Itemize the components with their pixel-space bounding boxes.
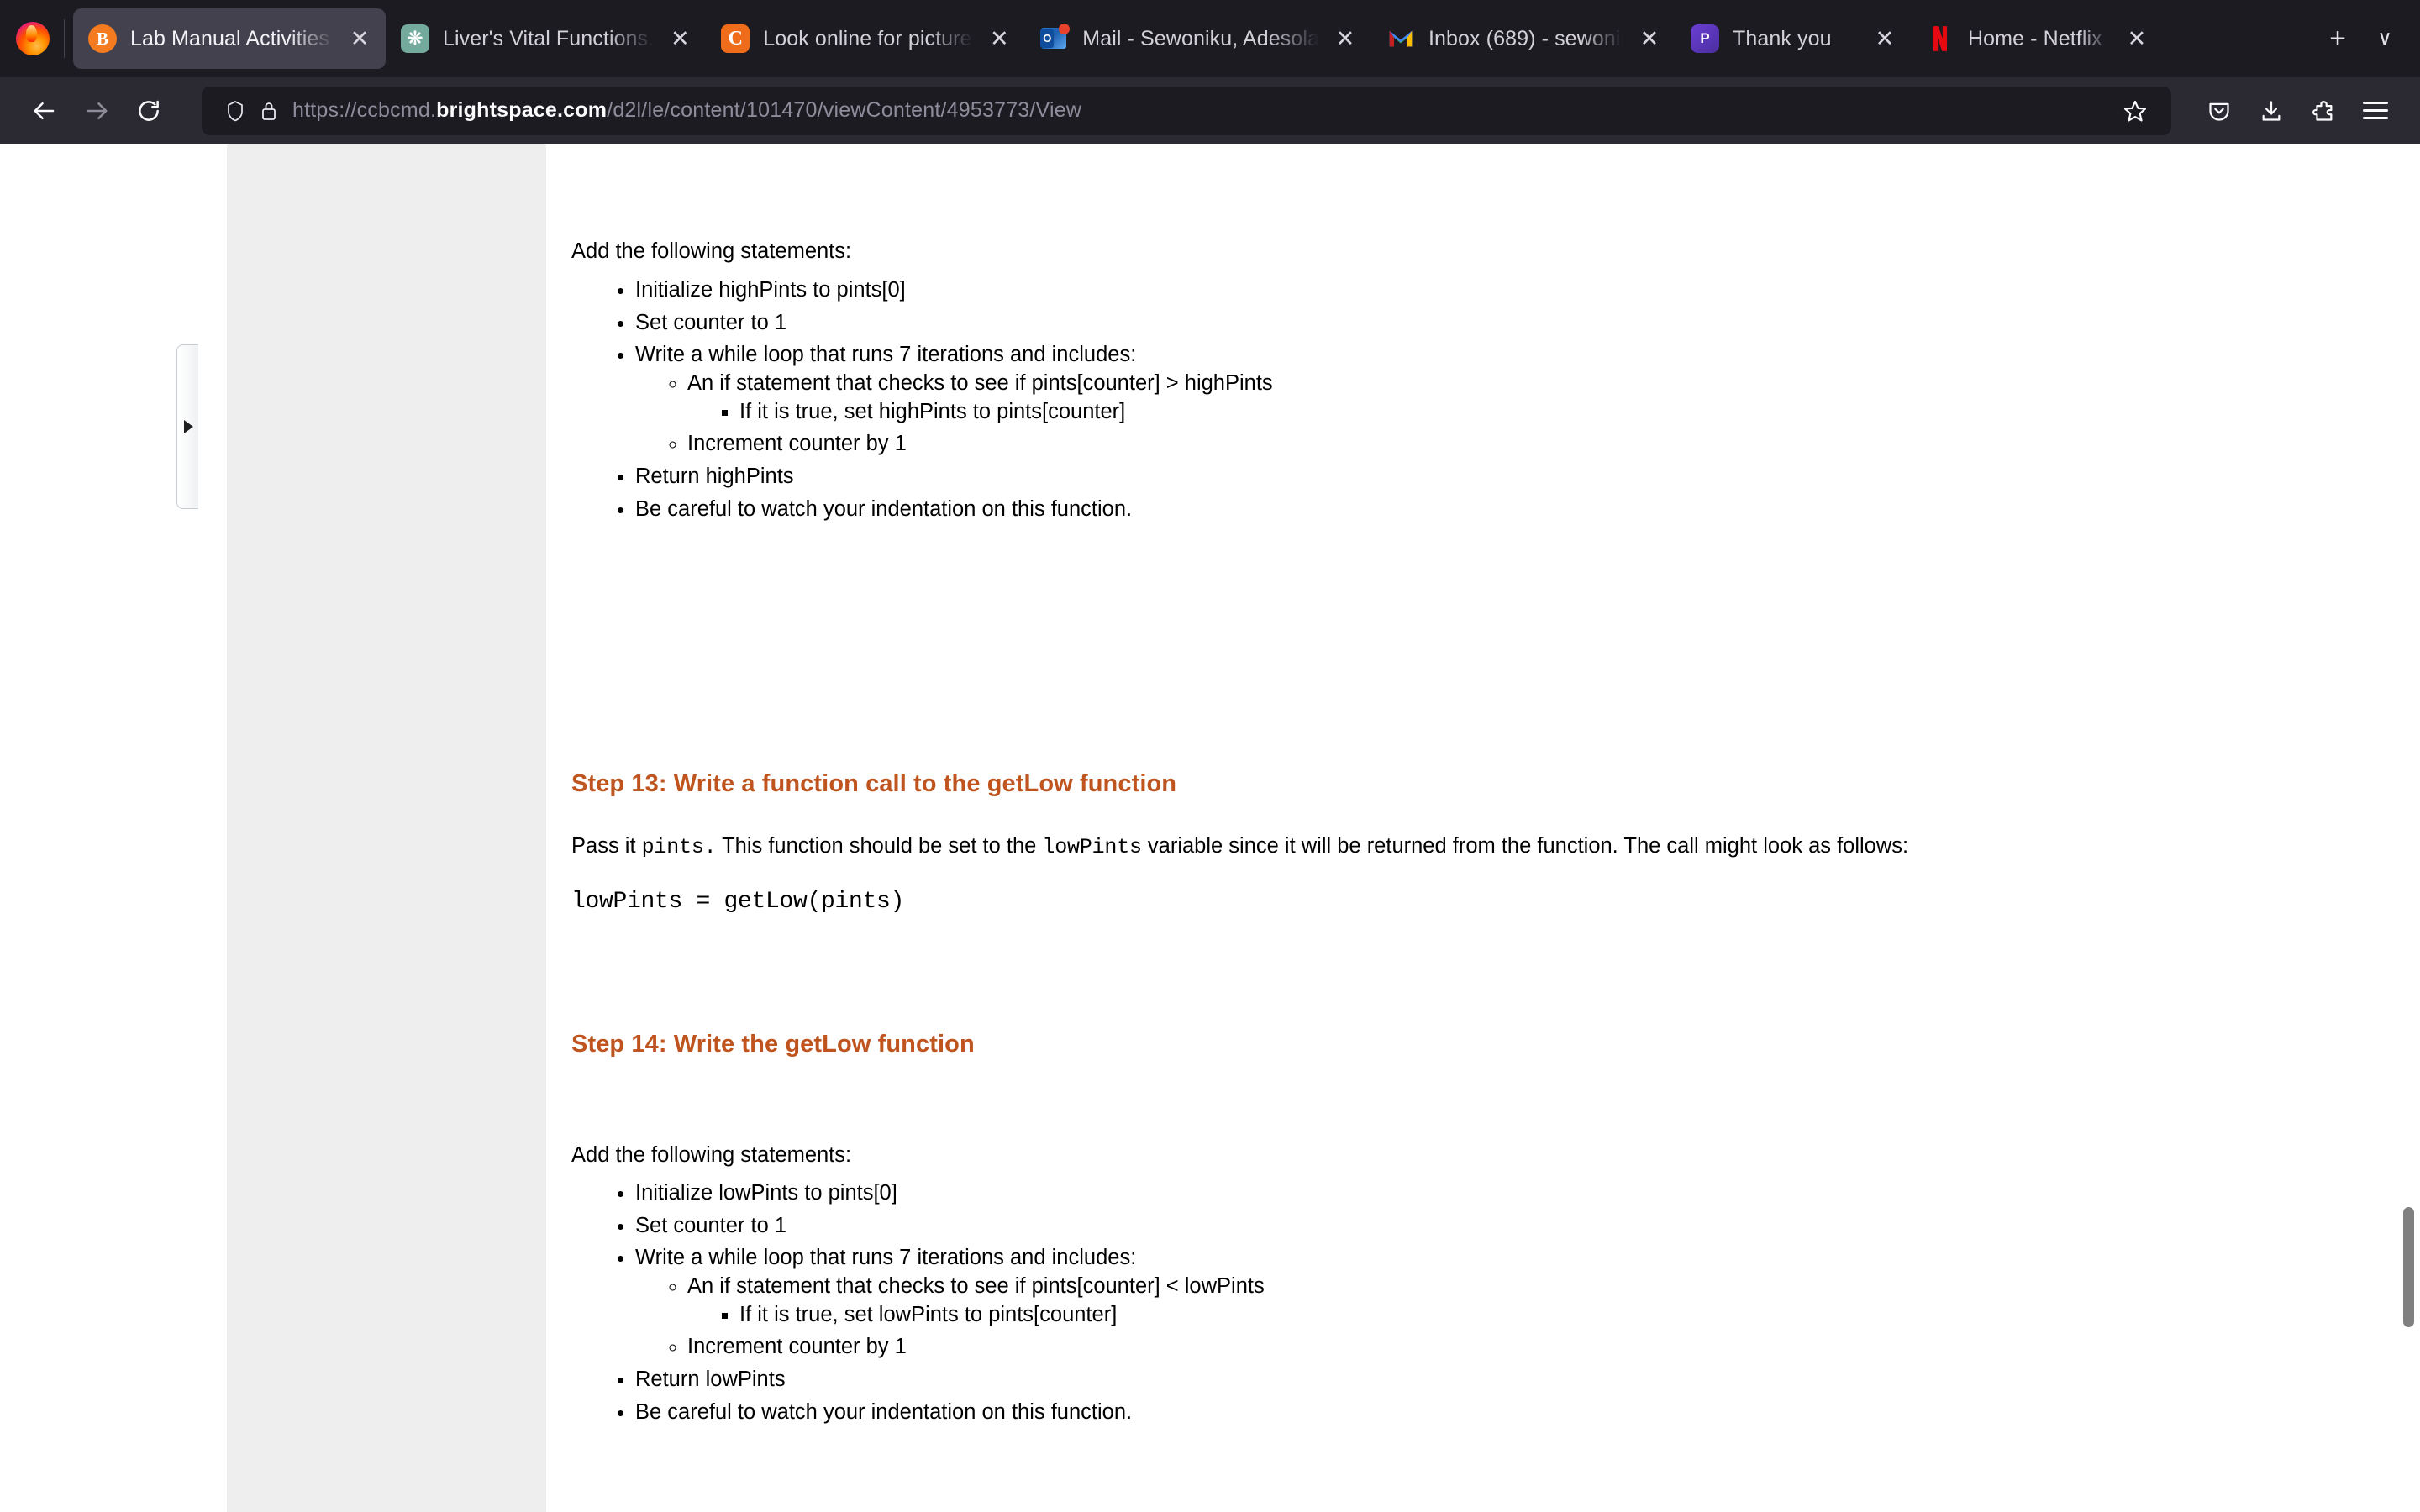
navigation-toolbar: https://ccbcmd.brightspace.com/d2l/le/co…: [0, 77, 2420, 144]
tab-title: Look online for pictures o: [763, 26, 973, 50]
tab-title: Inbox (689) - sewonikuad: [1428, 26, 1623, 50]
downloads-icon[interactable]: [2245, 85, 2297, 137]
padlock-icon[interactable]: [252, 100, 286, 122]
step12-sublist: An if statement that checks to see if pi…: [635, 370, 1273, 459]
gmail-icon: [1386, 24, 1415, 53]
step13-code-lowpints: lowPints: [1042, 835, 1142, 859]
chevron-right-icon: [184, 420, 193, 433]
close-icon[interactable]: ✕: [1870, 24, 1899, 53]
document-content: Add the following statements: Initialize…: [546, 144, 2420, 1512]
tab-list: B Lab Manual Activities 9 - ✕ ❊ Liver's …: [73, 0, 2314, 77]
tab-thank-you[interactable]: P Thank you ✕: [1676, 8, 1911, 69]
app-menu-icon[interactable]: [2349, 85, 2402, 137]
list-item: Initialize lowPints to pints[0]: [635, 1179, 1265, 1208]
new-tab-button[interactable]: +: [2314, 15, 2361, 62]
step13-code-block: lowPints = getLow(pints): [571, 889, 905, 915]
tracking-protection-shield-icon[interactable]: [218, 100, 252, 122]
close-icon[interactable]: ✕: [1635, 24, 1664, 53]
close-icon[interactable]: ✕: [985, 24, 1013, 53]
close-icon[interactable]: ✕: [1331, 24, 1360, 53]
list-item-label: An if statement that checks to see if pi…: [687, 370, 1273, 395]
tab-livers-vital-functions[interactable]: ❊ Liver's Vital Functions. ✕: [386, 8, 706, 69]
tab-title: Mail - Sewoniku, Adesola: [1082, 26, 1319, 50]
brightspace-icon: B: [88, 24, 117, 53]
step13-paragraph: Pass it pints. This function should be s…: [571, 833, 1908, 860]
chegg-icon: C: [721, 24, 750, 53]
tab-title: Lab Manual Activities 9 -: [130, 26, 334, 50]
forward-arrow-icon[interactable]: [71, 85, 123, 137]
step12-subsublist: If it is true, set highPints to pints[co…: [687, 398, 1273, 427]
list-item: Set counter to 1: [635, 1212, 1265, 1241]
scrollbar-thumb[interactable]: [2403, 1207, 2414, 1327]
expand-panel-handle[interactable]: [176, 344, 198, 509]
padlet-icon: P: [1690, 24, 1719, 53]
extensions-icon[interactable]: [2297, 85, 2349, 137]
list-item: Write a while loop that runs 7 iteration…: [635, 1244, 1265, 1362]
list-item-label: Write a while loop that runs 7 iteration…: [635, 1246, 1137, 1270]
tab-title: Liver's Vital Functions.: [443, 26, 655, 50]
chatgpt-icon: ❊: [401, 24, 429, 53]
tab-home-netflix[interactable]: Home - Netflix ✕: [1911, 8, 2163, 69]
list-item: Increment counter by 1: [687, 1333, 1265, 1362]
list-all-tabs-icon[interactable]: ∨: [2361, 15, 2408, 62]
list-item: If it is true, set highPints to pints[co…: [739, 398, 1273, 427]
close-icon[interactable]: ✕: [2123, 24, 2151, 53]
list-item: Initialize highPints to pints[0]: [635, 276, 1273, 305]
list-item: Increment counter by 1: [687, 430, 1273, 459]
list-item: Be careful to watch your indentation on …: [635, 496, 1273, 524]
list-item: Write a while loop that runs 7 iteration…: [635, 341, 1273, 459]
list-item: Set counter to 1: [635, 309, 1273, 338]
step14-heading: Step 14: Write the getLow function: [571, 1031, 975, 1058]
pocket-icon[interactable]: [2193, 85, 2245, 137]
star-icon[interactable]: [2116, 99, 2154, 123]
close-icon[interactable]: ✕: [345, 24, 374, 53]
step13-para-part1: Pass it: [571, 834, 642, 858]
list-item: An if statement that checks to see if pi…: [687, 1273, 1265, 1329]
list-item-label: An if statement that checks to see if pi…: [687, 1273, 1265, 1298]
list-item: Return highPints: [635, 463, 1273, 491]
list-item: An if statement that checks to see if pi…: [687, 370, 1273, 426]
firefox-logo-icon: [7, 13, 59, 65]
close-icon[interactable]: ✕: [666, 24, 694, 53]
url-text[interactable]: https://ccbcmd.brightspace.com/d2l/le/co…: [292, 98, 2116, 123]
list-item-label: Write a while loop that runs 7 iteration…: [635, 343, 1137, 367]
tab-title: Home - Netflix: [1967, 26, 2102, 50]
step13-code-pints: pints.: [641, 835, 717, 859]
tab-title: Thank you: [1732, 26, 1832, 50]
step13-para-part3: variable since it will be returned from …: [1141, 834, 1909, 858]
step12-intro: Add the following statements:: [571, 239, 852, 263]
vertical-scrollbar[interactable]: [2396, 144, 2420, 1512]
tab-strip: B Lab Manual Activities 9 - ✕ ❊ Liver's …: [0, 0, 2420, 77]
tab-look-online-for-pictures[interactable]: C Look online for pictures o ✕: [706, 8, 1025, 69]
step13-heading: Step 13: Write a function call to the ge…: [571, 770, 1177, 797]
step12-list: Initialize highPints to pints[0] Set cou…: [571, 276, 1273, 528]
step14-subsublist: If it is true, set lowPints to pints[cou…: [687, 1301, 1265, 1330]
reload-icon[interactable]: [123, 85, 175, 137]
step14-list: Initialize lowPints to pints[0] Set coun…: [571, 1179, 1265, 1431]
browser-window: B Lab Manual Activities 9 - ✕ ❊ Liver's …: [0, 0, 2420, 1512]
step13-para-part2: This function should be set to the: [716, 834, 1043, 858]
outlook-icon: O: [1040, 24, 1071, 53]
list-item: Return lowPints: [635, 1366, 1265, 1394]
step14-intro: Add the following statements:: [571, 1143, 852, 1167]
netflix-icon: [1926, 24, 1954, 53]
address-bar[interactable]: https://ccbcmd.brightspace.com/d2l/le/co…: [202, 86, 2171, 135]
left-gray-rail: [227, 144, 546, 1512]
list-item: If it is true, set lowPints to pints[cou…: [739, 1301, 1265, 1330]
list-item: Be careful to watch your indentation on …: [635, 1399, 1265, 1427]
back-arrow-icon[interactable]: [18, 85, 71, 137]
toolbar-icons: [2193, 85, 2402, 137]
step14-sublist: An if statement that checks to see if pi…: [635, 1273, 1265, 1362]
tabstrip-divider: [64, 19, 65, 58]
tab-mail-sewoniku[interactable]: O Mail - Sewoniku, Adesola ✕: [1025, 8, 1371, 69]
tab-gmail-inbox[interactable]: Inbox (689) - sewonikuad ✕: [1371, 8, 1676, 69]
tab-lab-manual[interactable]: B Lab Manual Activities 9 - ✕: [73, 8, 386, 69]
page-viewport: Add the following statements: Initialize…: [0, 144, 2420, 1512]
